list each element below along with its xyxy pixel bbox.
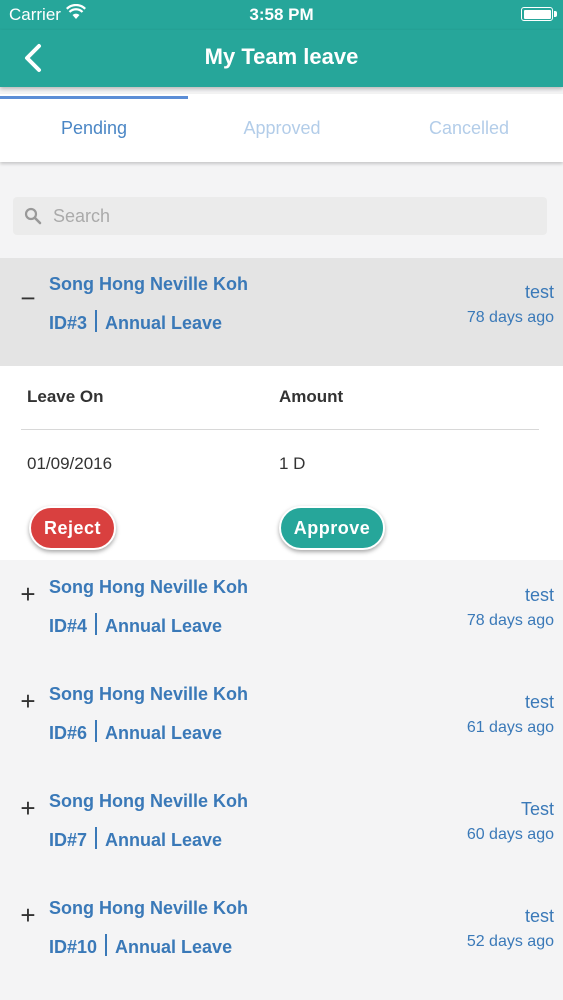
leave-id: ID#3 (49, 313, 88, 333)
leave-age: 61 days ago (466, 719, 554, 736)
tab-cancelled[interactable]: Cancelled (375, 94, 563, 162)
leave-id: ID#4 (49, 616, 88, 636)
collapse-icon[interactable]: − (18, 285, 38, 311)
tab-bar: Pending Approved Cancelled (0, 94, 563, 162)
separator (105, 934, 108, 956)
page-title: My Team leave (204, 44, 359, 69)
employee-name: Song Hong Neville Koh (49, 791, 249, 811)
expand-icon[interactable]: + (18, 688, 38, 714)
leave-age: 60 days ago (466, 826, 554, 843)
leave-age: 78 days ago (466, 612, 554, 629)
employee-name: Song Hong Neville Koh (49, 684, 249, 704)
leave-item[interactable]: + Song Hong Neville Koh ID#10 Annual Leav… (0, 882, 563, 990)
search-input[interactable] (53, 197, 533, 235)
leave-id-type: ID#3 Annual Leave (49, 310, 222, 334)
leave-amount: 1 D (279, 454, 306, 473)
expand-icon[interactable]: + (18, 795, 38, 821)
employee-name: Song Hong Neville Koh (49, 577, 249, 597)
leave-reason: test (524, 692, 554, 712)
leave-type: Annual Leave (105, 830, 223, 850)
leave-age: 78 days ago (466, 309, 554, 326)
status-bar: Carrier 3:58 PM (0, 0, 563, 30)
leave-item[interactable]: + Song Hong Neville Koh ID#7 Annual Leave… (0, 775, 563, 883)
reject-button[interactable]: Reject (29, 506, 116, 550)
leave-reason: test (524, 906, 554, 926)
nav-bar: My Team leave (0, 30, 563, 87)
leave-type: Annual Leave (105, 723, 223, 743)
approve-button[interactable]: Approve (279, 506, 385, 550)
leave-id-type: ID#4 Annual Leave (49, 613, 222, 637)
leave-id: ID#10 (49, 937, 98, 957)
employee-name: Song Hong Neville Koh (49, 898, 249, 918)
leave-item[interactable]: − Song Hong Neville Koh ID#3 Annual Leave… (0, 258, 563, 366)
search-bar (13, 197, 547, 235)
leave-id: ID#6 (49, 723, 88, 743)
leave-id-type: ID#7 Annual Leave (49, 827, 222, 851)
separator (95, 613, 98, 635)
divider (21, 429, 539, 430)
leave-reason: test (524, 282, 554, 302)
separator (95, 720, 98, 742)
status-time: 3:58 PM (249, 5, 314, 24)
leave-id-type: ID#10 Annual Leave (49, 934, 232, 958)
leave-type: Annual Leave (105, 616, 223, 636)
separator (95, 310, 98, 332)
leave-id-type: ID#6 Annual Leave (49, 720, 222, 744)
leave-reason: test (524, 585, 554, 605)
leave-item[interactable]: + Song Hong Neville Koh ID#4 Annual Leave… (0, 561, 563, 669)
leave-item[interactable]: + Song Hong Neville Koh ID#6 Annual Leave… (0, 668, 563, 776)
expand-icon[interactable]: + (18, 581, 38, 607)
search-icon (24, 207, 42, 230)
leave-date: 01/09/2016 (27, 454, 113, 473)
leave-reason: Test (520, 799, 554, 819)
leave-age: 52 days ago (466, 933, 554, 950)
expand-icon[interactable]: + (18, 902, 38, 928)
leave-type: Annual Leave (115, 937, 233, 957)
employee-name: Song Hong Neville Koh (49, 274, 249, 294)
separator (95, 827, 98, 849)
tab-approved[interactable]: Approved (188, 94, 376, 162)
battery-icon (521, 7, 557, 21)
leave-id: ID#7 (49, 830, 88, 850)
tab-pending[interactable]: Pending (0, 94, 188, 162)
col-amount: Amount (279, 387, 344, 406)
col-leave-on: Leave On (27, 387, 104, 406)
leave-details: Leave On Amount 01/09/2016 1 D Reject Ap… (0, 366, 563, 560)
leave-type: Annual Leave (105, 313, 223, 333)
